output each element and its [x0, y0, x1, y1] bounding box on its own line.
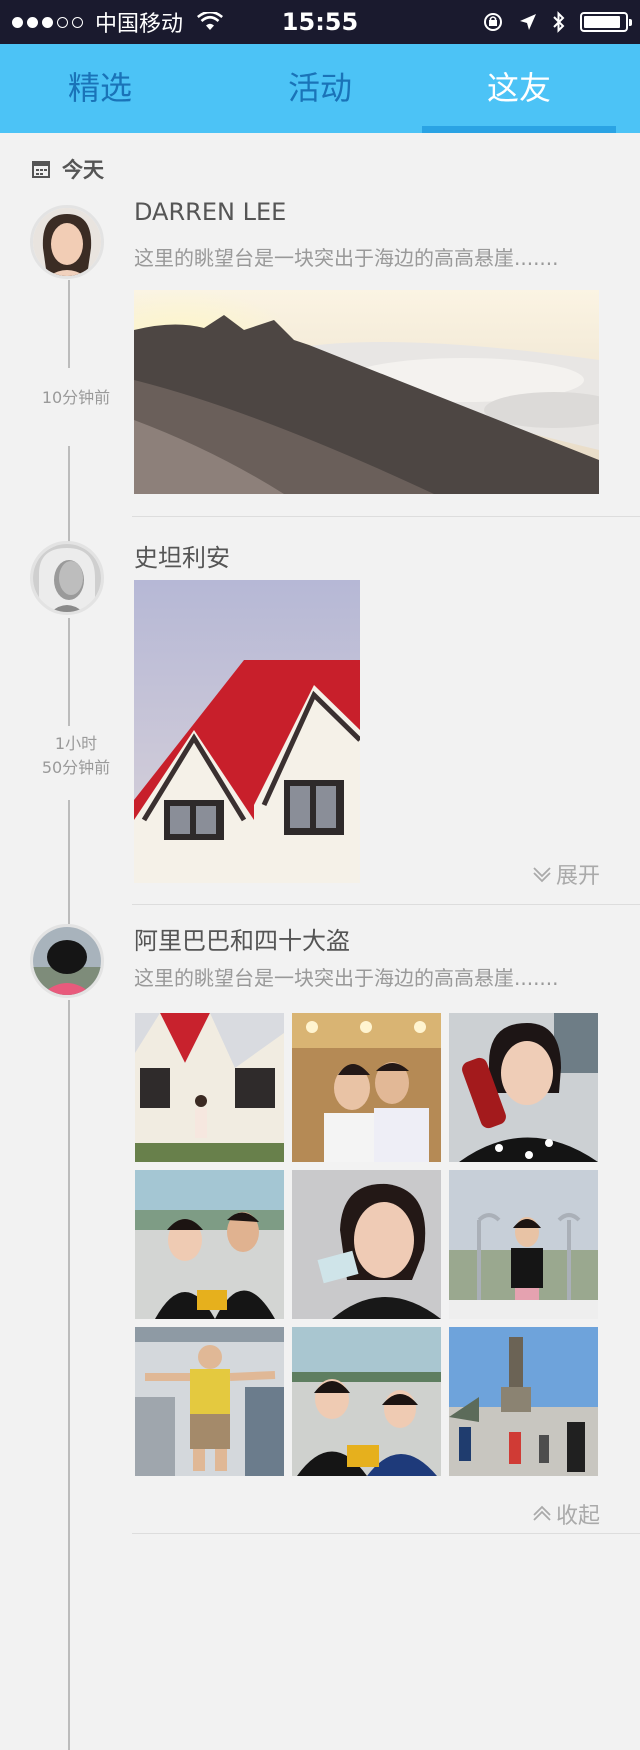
grid-photo[interactable] — [449, 1013, 598, 1162]
user-avatar-image — [33, 927, 101, 995]
rotation-lock-icon — [484, 13, 502, 31]
calendar-icon — [32, 161, 50, 178]
avatar[interactable] — [30, 541, 104, 615]
user-avatar-image — [33, 208, 101, 276]
avatar[interactable] — [30, 924, 104, 998]
post-photo[interactable] — [134, 580, 360, 883]
post-author[interactable]: 阿里巴巴和四十大盗 — [134, 921, 350, 956]
collapse-label: 收起 — [555, 1504, 600, 1529]
grid-photo[interactable] — [449, 1170, 598, 1319]
post-time-line-1: 1小时 — [54, 734, 98, 753]
battery-icon — [580, 12, 632, 32]
tab-activities[interactable]: 活动 — [240, 44, 400, 133]
bluetooth-icon — [553, 11, 565, 33]
timeline-line — [68, 618, 70, 726]
grid-photo[interactable] — [449, 1327, 598, 1476]
location-arrow-icon — [520, 14, 536, 30]
date-label: 今天 — [62, 158, 104, 182]
tab-featured[interactable]: 精选 — [20, 44, 180, 133]
post-text: 这里的眺望台是一块突出于海边的高高悬崖....... — [134, 246, 559, 270]
date-header: 今天 — [32, 154, 104, 184]
timeline-line — [68, 800, 70, 924]
grid-photo[interactable] — [135, 1170, 284, 1319]
post-author[interactable]: DARREN LEE — [134, 198, 286, 226]
top-tab-bar: 精选 活动 这友 — [0, 44, 640, 133]
post-time-line-2: 50分钟前 — [41, 758, 111, 777]
status-bar: 中国移动 15:55 — [0, 0, 640, 44]
timeline-line — [68, 1000, 70, 1750]
tab-friends[interactable]: 这友 — [434, 44, 604, 133]
user-avatar-image — [33, 544, 101, 612]
active-tab-indicator — [422, 126, 616, 133]
post-divider — [132, 1533, 640, 1534]
grid-photo[interactable] — [135, 1013, 284, 1162]
post-divider — [132, 516, 640, 517]
post-text: 这里的眺望台是一块突出于海边的高高悬崖....... — [134, 966, 559, 990]
post-divider — [132, 904, 640, 905]
grid-photo[interactable] — [135, 1327, 284, 1476]
grid-photo[interactable] — [292, 1013, 441, 1162]
grid-photo[interactable] — [292, 1170, 441, 1319]
post-time: 1小时 50分钟前 — [20, 732, 132, 780]
expand-button[interactable]: 展开 — [532, 858, 600, 890]
carrier-name: 中国移动 — [95, 12, 184, 37]
chevron-double-up-icon — [533, 1505, 551, 1521]
collapse-button[interactable]: 收起 — [532, 1498, 600, 1530]
signal-strength-icon — [12, 16, 83, 28]
timeline-line — [68, 280, 70, 368]
post-author[interactable]: 史坦利安 — [134, 538, 230, 573]
chevron-double-down-icon — [533, 867, 551, 883]
wifi-icon — [197, 12, 224, 30]
post-photo[interactable] — [134, 290, 599, 494]
post-time: 10分钟前 — [20, 386, 132, 410]
timeline-line — [68, 446, 70, 542]
expand-label: 展开 — [555, 864, 600, 889]
grid-photo[interactable] — [292, 1327, 441, 1476]
avatar[interactable] — [30, 205, 104, 279]
